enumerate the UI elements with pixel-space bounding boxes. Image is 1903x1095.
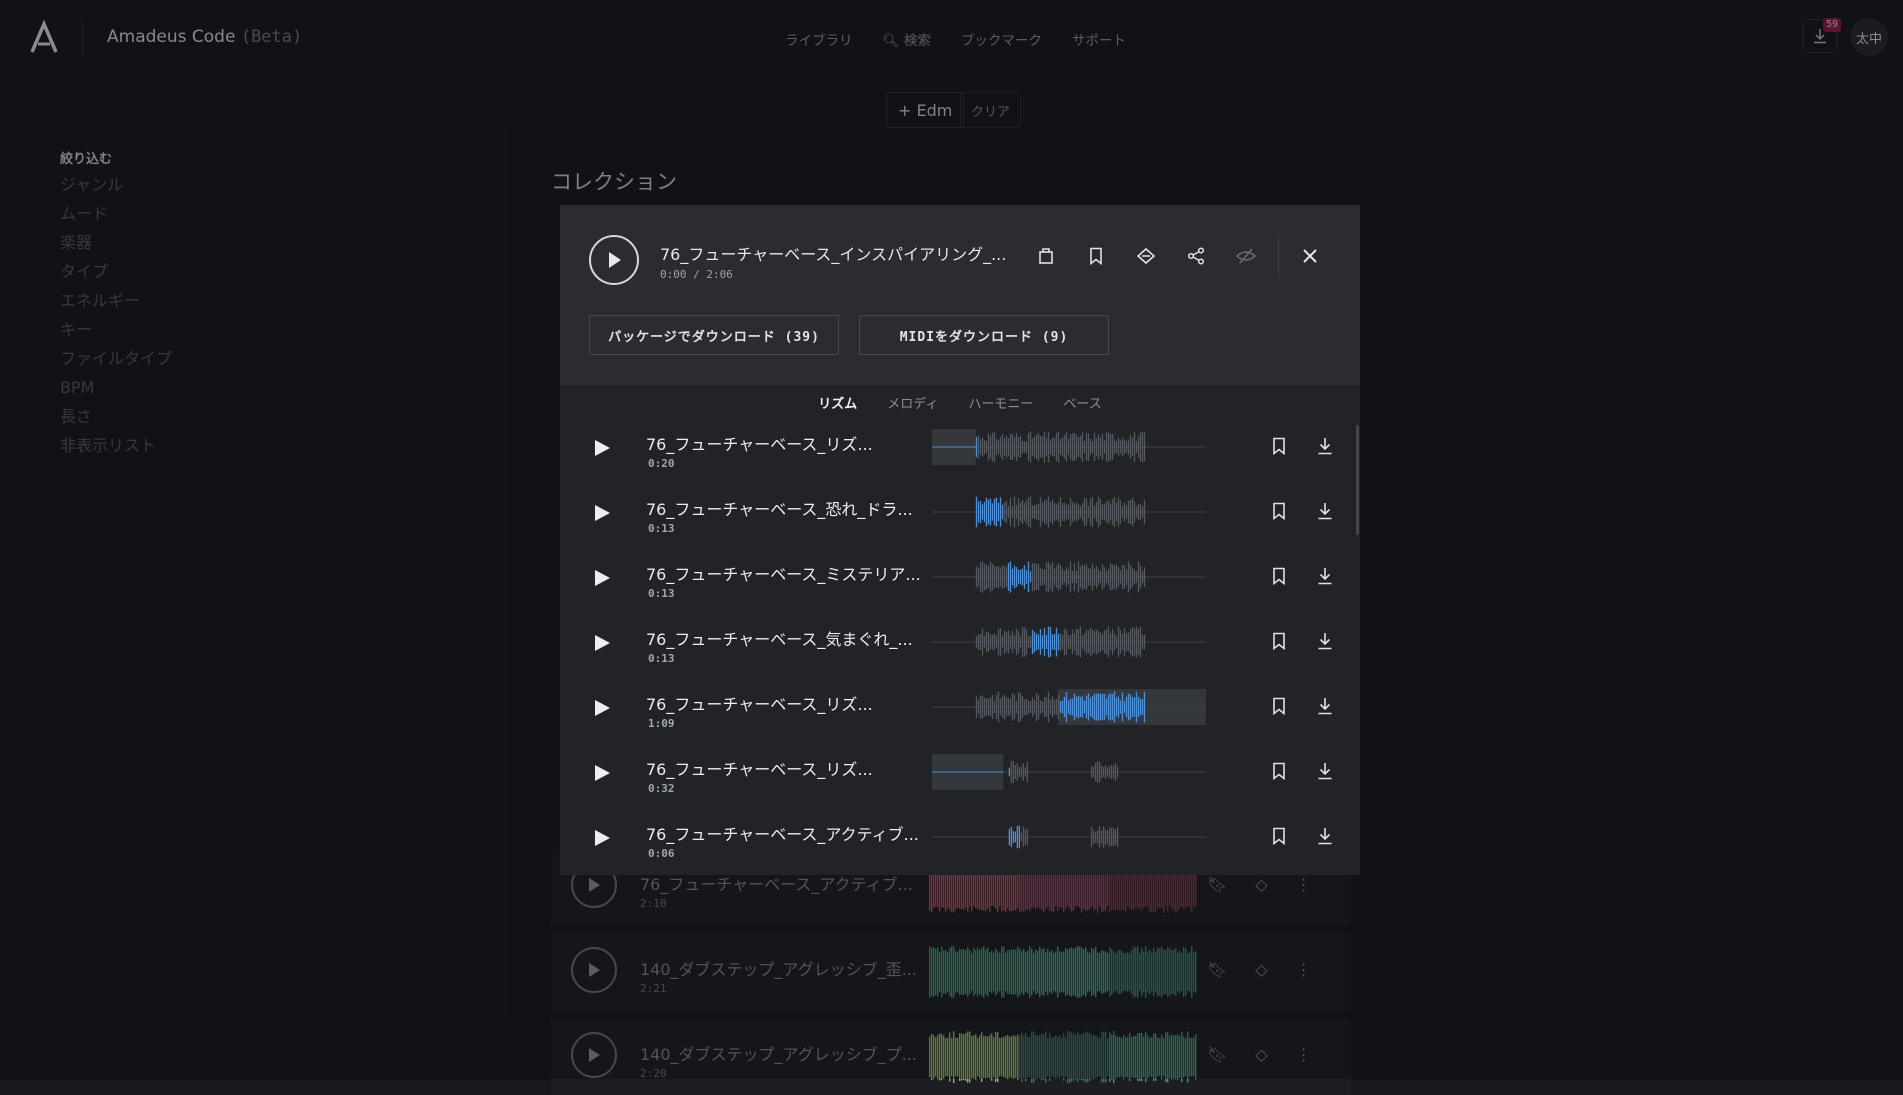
stem-waveform[interactable]	[932, 816, 1206, 858]
bookmark-icon[interactable]	[1272, 697, 1286, 715]
share-icon[interactable]	[1184, 244, 1208, 268]
download-icon[interactable]	[1317, 632, 1333, 650]
stem-duration: 1:09	[648, 717, 675, 730]
play-icon[interactable]	[591, 437, 613, 459]
stem-duration: 0:32	[648, 782, 675, 795]
stem-waveform[interactable]	[932, 751, 1206, 793]
play-icon[interactable]	[591, 502, 613, 524]
stem-duration: 0:13	[648, 587, 675, 600]
stem-row[interactable]: 76_フューチャーベース_リズ... 0:32	[560, 744, 1360, 809]
stem-list: 76_フューチャーベース_リズ... 0:20 76_フューチャーベース_恐れ_…	[560, 419, 1360, 875]
stem-waveform[interactable]	[932, 686, 1206, 728]
modal-track-time: 0:00 / 2:06	[660, 268, 733, 281]
stem-waveform[interactable]	[932, 426, 1206, 468]
stem-title: 76_フューチャーベース_リズ...	[646, 435, 873, 454]
stem-duration: 0:20	[648, 457, 675, 470]
download-icon[interactable]	[1317, 502, 1333, 520]
close-icon[interactable]	[1298, 244, 1322, 268]
bookmark-icon[interactable]	[1272, 567, 1286, 585]
stem-tabs: リズム メロディ ハーモニー ベース	[560, 393, 1360, 412]
stem-waveform[interactable]	[932, 621, 1206, 663]
play-icon[interactable]	[591, 827, 613, 849]
stems-icon[interactable]	[1134, 244, 1158, 268]
bookmark-icon[interactable]	[1272, 762, 1286, 780]
tab-melody[interactable]: メロディ	[887, 393, 938, 412]
stem-duration: 0:13	[648, 652, 675, 665]
header-separator	[1278, 235, 1279, 279]
stem-title: 76_フューチャーベース_気まぐれ_...	[646, 630, 913, 649]
package-icon[interactable]	[1034, 244, 1058, 268]
stem-title: 76_フューチャーベース_ミステリア...	[646, 565, 921, 584]
tab-rhythm[interactable]: リズム	[818, 393, 857, 412]
download-icon[interactable]	[1317, 762, 1333, 780]
download-icon[interactable]	[1317, 827, 1333, 845]
bookmark-icon[interactable]	[1272, 632, 1286, 650]
stem-duration: 0:13	[648, 522, 675, 535]
stem-row[interactable]: 76_フューチャーベース_リズ... 0:20	[560, 419, 1360, 484]
hide-icon[interactable]	[1234, 244, 1258, 268]
stem-row[interactable]: 76_フューチャーベース_気まぐれ_... 0:13	[560, 614, 1360, 679]
bookmark-icon[interactable]	[1272, 502, 1286, 520]
stem-title: 76_フューチャーベース_リズ...	[646, 695, 873, 714]
download-package-button[interactable]: パッケージでダウンロード (39)	[589, 315, 839, 355]
stem-title: 76_フューチャーベース_リズ...	[646, 760, 873, 779]
stem-waveform[interactable]	[932, 491, 1206, 533]
bookmark-icon[interactable]	[1272, 437, 1286, 455]
play-icon[interactable]	[591, 567, 613, 589]
stem-row[interactable]: 76_フューチャーベース_アクティブ... 0:06	[560, 809, 1360, 874]
play-icon[interactable]	[591, 632, 613, 654]
play-icon[interactable]	[591, 697, 613, 719]
bookmark-icon[interactable]	[1272, 827, 1286, 845]
play-icon[interactable]	[591, 762, 613, 784]
bookmark-icon[interactable]	[1084, 244, 1108, 268]
stem-duration: 0:06	[648, 847, 675, 860]
download-icon[interactable]	[1317, 697, 1333, 715]
tab-bass[interactable]: ベース	[1063, 393, 1101, 412]
modal-play-button[interactable]	[589, 235, 639, 285]
modal-track-title: 76_フューチャーベース_インスパイアリング_...	[660, 245, 1007, 264]
track-detail-modal: 76_フューチャーベース_インスパイアリング_... 0:00 / 2:06 パ…	[560, 205, 1360, 875]
modal-scrollbar[interactable]	[1356, 425, 1359, 535]
stem-row[interactable]: 76_フューチャーベース_恐れ_ドラ... 0:13	[560, 484, 1360, 549]
stem-title: 76_フューチャーベース_恐れ_ドラ...	[646, 500, 913, 519]
stem-row[interactable]: 76_フューチャーベース_ミステリア... 0:13	[560, 549, 1360, 614]
download-icon[interactable]	[1317, 567, 1333, 585]
download-icon[interactable]	[1317, 437, 1333, 455]
stem-title: 76_フューチャーベース_アクティブ...	[646, 825, 919, 844]
modal-actions	[1034, 244, 1258, 268]
stem-waveform[interactable]	[932, 556, 1206, 598]
download-midi-button[interactable]: MIDIをダウンロード (9)	[859, 315, 1109, 355]
stem-row[interactable]: 76_フューチャーベース_リズ... 1:09	[560, 679, 1360, 744]
tab-harmony[interactable]: ハーモニー	[968, 393, 1033, 412]
play-icon	[609, 252, 621, 268]
modal-header: 76_フューチャーベース_インスパイアリング_... 0:00 / 2:06 パ…	[560, 205, 1360, 385]
